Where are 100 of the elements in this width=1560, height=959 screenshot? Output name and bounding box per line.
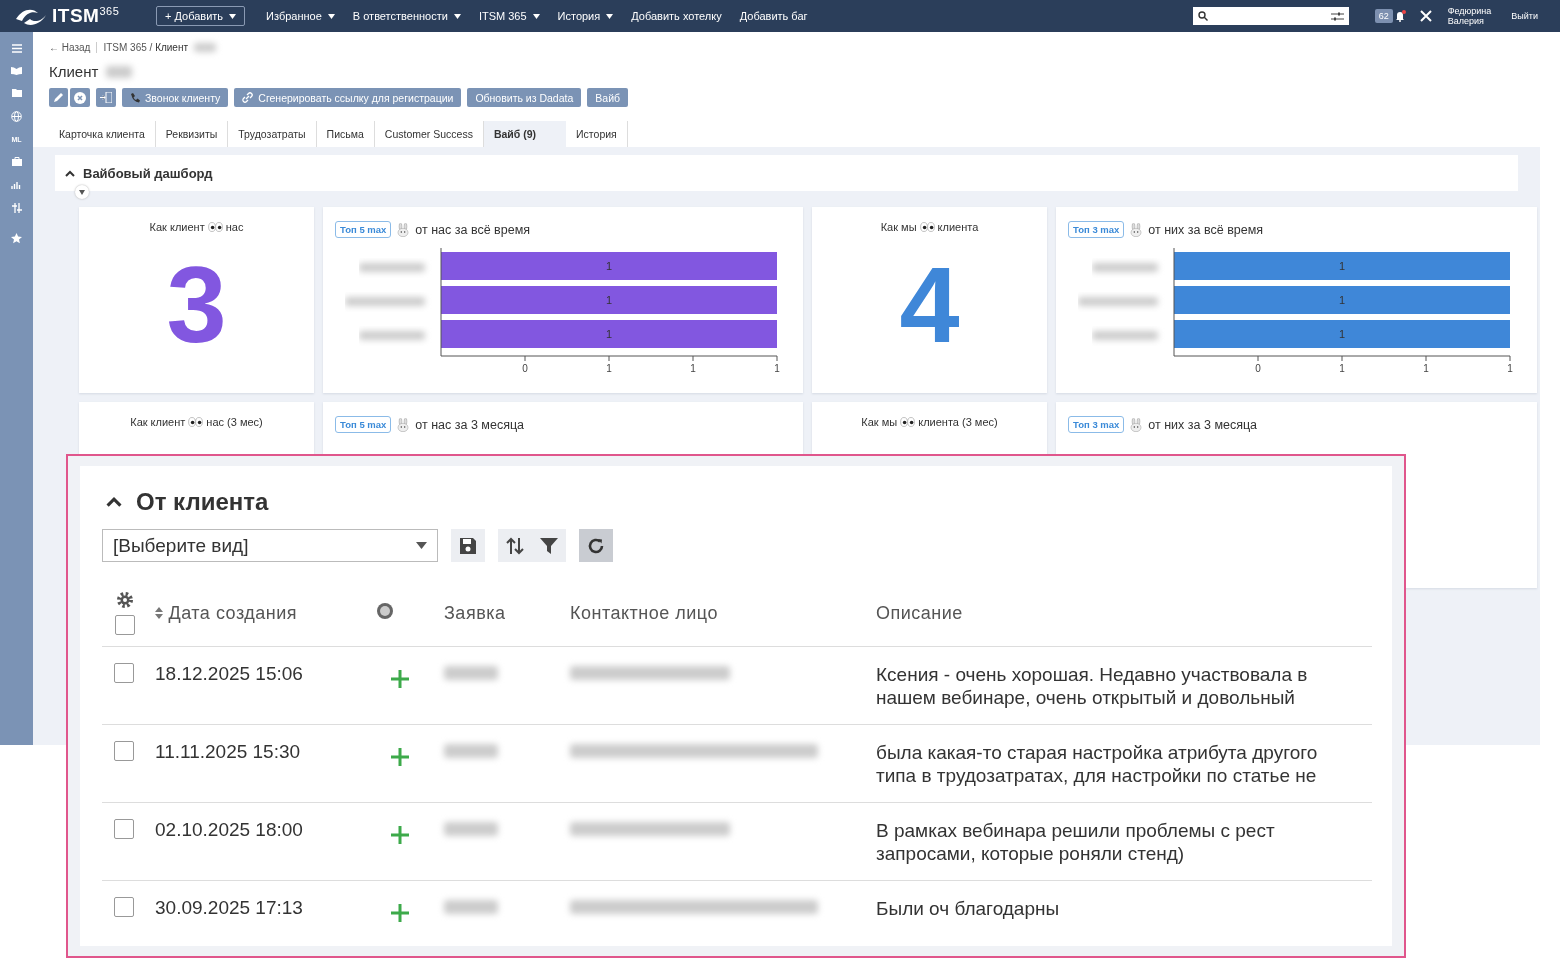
card-title: нас bbox=[225, 221, 244, 233]
column-header[interactable]: Заявка bbox=[444, 602, 506, 623]
blurred-text bbox=[444, 666, 498, 680]
column-header[interactable]: Дата создания bbox=[155, 602, 297, 623]
card-title: Как клиент bbox=[130, 416, 186, 428]
save-button[interactable] bbox=[451, 529, 485, 562]
column-header[interactable]: Контактное лицо bbox=[570, 602, 718, 623]
section-header[interactable]: Вайбовый дашборд bbox=[55, 155, 1518, 191]
circle-icon bbox=[376, 601, 394, 620]
tick-label: 1 bbox=[774, 363, 780, 374]
card-title: Как клиент bbox=[149, 221, 205, 233]
table-cell-text: была какая-то старая настройка атрибута другого типа в трудозатратах, для настройки по статье не bbox=[876, 741, 1319, 787]
chevron-up-icon[interactable] bbox=[106, 496, 122, 508]
stat-value: 4 bbox=[898, 251, 961, 359]
rabbit-icon bbox=[397, 222, 410, 237]
sliders-icon[interactable] bbox=[11, 203, 22, 213]
tick-label: 1 bbox=[690, 363, 696, 374]
plus-icon bbox=[390, 747, 410, 767]
checkbox[interactable] bbox=[114, 663, 134, 683]
panel-title: От клиента bbox=[136, 488, 269, 516]
move-button[interactable] bbox=[96, 88, 116, 107]
user-name[interactable]: Федюрина Валерия bbox=[1447, 6, 1492, 26]
close-button[interactable] bbox=[70, 88, 90, 107]
refresh-button[interactable] bbox=[579, 529, 613, 562]
bell-icon[interactable] bbox=[1394, 10, 1406, 22]
bar-chart-icon[interactable] bbox=[11, 180, 22, 189]
tick-label: 0 bbox=[1255, 363, 1261, 374]
card-title: от них за 3 месяца bbox=[1148, 417, 1258, 432]
menu-icon[interactable] bbox=[11, 44, 22, 53]
column-header[interactable]: Описание bbox=[876, 602, 963, 623]
sort-button[interactable] bbox=[498, 529, 532, 562]
filter-button[interactable] bbox=[532, 529, 566, 562]
bar-value-label: 1 bbox=[605, 328, 613, 340]
card-title: нас (3 мес) bbox=[206, 416, 263, 428]
chevron-up-icon[interactable] bbox=[65, 169, 75, 177]
caret-icon bbox=[453, 13, 461, 19]
stat-value: 3 bbox=[165, 251, 228, 359]
globe-icon[interactable] bbox=[11, 111, 22, 122]
edit-button[interactable] bbox=[49, 88, 68, 107]
checkbox[interactable] bbox=[114, 741, 134, 761]
blurred-text bbox=[444, 744, 498, 758]
table-cell: 30.09.2025 17:13 bbox=[155, 897, 303, 918]
tag: Топ 3 max bbox=[1068, 416, 1125, 433]
tab[interactable]: Вайб (9) bbox=[483, 121, 567, 147]
eyes-icon bbox=[919, 222, 935, 232]
bar-value-label: 1 bbox=[1338, 260, 1346, 272]
move-icon bbox=[100, 92, 112, 103]
menu-item[interactable]: Добавить хотелку bbox=[622, 10, 731, 22]
menu-item[interactable]: Избранное bbox=[257, 10, 344, 22]
tick-label: 1 bbox=[1423, 363, 1429, 374]
view-select[interactable]: [Выберите вид] bbox=[102, 529, 438, 562]
back-link[interactable]: ← Назад bbox=[49, 42, 98, 53]
table-cell-text: В рамках вебинара решили проблемы с рест запросами, которые роняли стенд) bbox=[876, 819, 1276, 865]
folder-icon[interactable] bbox=[11, 89, 22, 97]
blurred-text bbox=[444, 822, 498, 836]
tick-label: 1 bbox=[1507, 363, 1513, 374]
card-title: от нас за 3 месяца bbox=[415, 417, 525, 432]
blurred-text bbox=[194, 43, 217, 52]
tag: Топ 5 max bbox=[335, 221, 392, 238]
card-title: от них за всё время bbox=[1148, 222, 1264, 237]
checkbox[interactable] bbox=[114, 819, 134, 839]
search-icon bbox=[1197, 11, 1208, 21]
book-icon[interactable] bbox=[11, 67, 22, 75]
card-title: клиента (3 мес) bbox=[918, 416, 998, 428]
checkbox[interactable] bbox=[115, 615, 135, 635]
card-title: от нас за всё время bbox=[415, 222, 531, 237]
bar-value-label: 1 bbox=[1338, 328, 1346, 340]
bar-value-label: 1 bbox=[1338, 294, 1346, 306]
tick-label: 1 bbox=[1339, 363, 1345, 374]
filter-sliders-icon[interactable] bbox=[1330, 11, 1344, 21]
tick-label: 0 bbox=[522, 363, 528, 374]
filter-icon bbox=[540, 536, 558, 555]
briefcase-icon[interactable] bbox=[11, 157, 22, 166]
close-icon bbox=[74, 91, 86, 104]
gear-icon[interactable] bbox=[116, 591, 134, 609]
logout-link[interactable]: Выйти bbox=[1511, 11, 1538, 21]
menu-item[interactable]: История bbox=[548, 10, 623, 22]
eyes-icon bbox=[207, 222, 223, 232]
table-cell: 18.12.2025 15:06 bbox=[155, 663, 303, 684]
menu-item[interactable]: В ответственности bbox=[343, 10, 470, 22]
menu-item[interactable]: ITSM 365 bbox=[469, 10, 549, 22]
plus-icon bbox=[390, 903, 410, 923]
breadcrumb-link[interactable]: ITSM 365 / bbox=[103, 42, 156, 53]
caret-icon bbox=[532, 13, 540, 19]
tick-label: 1 bbox=[606, 363, 612, 374]
plus-icon bbox=[390, 669, 410, 689]
menu-item[interactable]: Добавить баг bbox=[730, 10, 817, 22]
sort-icon bbox=[506, 536, 524, 555]
add-button[interactable]: + Добавить bbox=[156, 6, 246, 26]
rabbit-icon bbox=[1130, 222, 1143, 237]
phone-icon bbox=[130, 92, 140, 103]
sort-icon bbox=[155, 606, 163, 619]
search-field[interactable] bbox=[1192, 7, 1349, 25]
rabbit-icon bbox=[397, 417, 410, 432]
checkbox[interactable] bbox=[114, 897, 134, 917]
caret-icon bbox=[79, 189, 85, 195]
star-icon[interactable] bbox=[11, 233, 22, 244]
eyes-icon bbox=[188, 417, 204, 427]
table-cell-text: Ксения - очень хорошая. Недавно участвовала в нашем вебинаре, очень открытый и довольный bbox=[876, 663, 1309, 709]
collapse-toggle[interactable] bbox=[75, 185, 89, 199]
